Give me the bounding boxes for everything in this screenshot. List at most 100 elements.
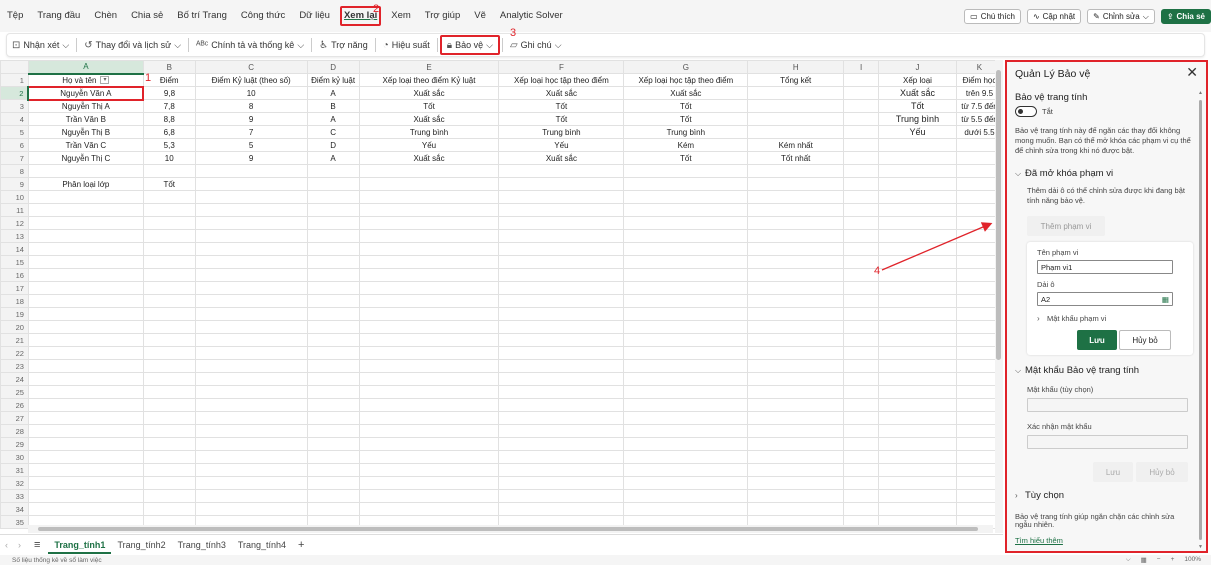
cell[interactable] (194, 489, 308, 503)
cell[interactable] (747, 177, 845, 191)
cell[interactable] (878, 346, 957, 360)
cell[interactable] (194, 346, 308, 360)
cell[interactable]: Kém nhất (747, 138, 845, 152)
cell[interactable] (306, 190, 360, 204)
cell[interactable] (623, 411, 749, 425)
cell[interactable] (27, 398, 144, 412)
cell[interactable] (843, 73, 880, 87)
cell[interactable] (843, 333, 880, 347)
row-header[interactable]: 33 (0, 489, 29, 503)
cell[interactable] (306, 177, 360, 191)
cell[interactable] (194, 164, 308, 178)
cell[interactable] (358, 255, 500, 269)
normal-view-icon[interactable]: ▦ (1141, 556, 1147, 564)
cell[interactable]: Xếp loại học tập theo điểm (498, 73, 625, 87)
cell[interactable] (194, 190, 308, 204)
cell[interactable] (623, 502, 749, 516)
column-header[interactable]: D (306, 60, 360, 74)
tab-item[interactable]: Công thức (234, 8, 292, 24)
cell[interactable] (27, 450, 144, 464)
cell[interactable] (306, 333, 360, 347)
column-header[interactable]: J (878, 60, 957, 74)
cell[interactable] (498, 372, 625, 386)
cell[interactable] (358, 437, 500, 451)
learn-more-link[interactable]: Tìm hiểu thêm (1015, 536, 1063, 545)
cell[interactable] (878, 229, 957, 243)
cell[interactable] (358, 346, 500, 360)
cell[interactable] (142, 255, 196, 269)
cell[interactable] (498, 398, 625, 412)
cell[interactable] (623, 268, 749, 282)
cell[interactable] (843, 385, 880, 399)
cell[interactable]: Xếp loại (878, 73, 957, 87)
cell[interactable] (747, 307, 845, 321)
cell[interactable] (142, 437, 196, 451)
cell[interactable] (306, 346, 360, 360)
cell[interactable] (194, 203, 308, 217)
cell[interactable]: 8,8 (142, 112, 196, 126)
cell[interactable] (747, 242, 845, 256)
cell[interactable]: Xuất sắc (358, 112, 500, 126)
row-header[interactable]: 17 (0, 281, 29, 295)
cell[interactable] (623, 281, 749, 295)
cell[interactable] (843, 411, 880, 425)
comments-menu-button[interactable]: ⊡ Nhận xét ⌵ (7, 35, 74, 55)
cell[interactable] (747, 463, 845, 477)
cell[interactable]: Yếu (498, 138, 625, 152)
scroll-down-icon[interactable]: ▼ (1198, 544, 1203, 550)
cell[interactable] (194, 177, 308, 191)
cell[interactable] (878, 294, 957, 308)
cell[interactable]: Xuất sắc (878, 86, 957, 100)
range-name-input[interactable]: Phạm vi1 (1037, 260, 1173, 274)
cell[interactable] (27, 242, 144, 256)
cell[interactable] (194, 294, 308, 308)
cell[interactable] (358, 281, 500, 295)
row-header[interactable]: 8 (0, 164, 29, 178)
cell[interactable] (358, 307, 500, 321)
cell[interactable] (843, 151, 880, 165)
cell[interactable] (878, 424, 957, 438)
cell[interactable] (843, 203, 880, 217)
cell[interactable]: Trần Văn B (27, 112, 144, 126)
sheet-tab[interactable]: Trang_tính3 (172, 536, 232, 554)
cell[interactable] (623, 476, 749, 490)
cell[interactable] (498, 242, 625, 256)
cell[interactable] (142, 281, 196, 295)
tab-item[interactable]: Chèn (87, 8, 124, 24)
cell[interactable]: Điểm Kỷ luật (theo số) (194, 73, 308, 87)
save-range-button[interactable]: Lưu (1077, 330, 1117, 350)
filter-dropdown-icon[interactable]: ▾ (100, 76, 110, 85)
cell[interactable] (27, 489, 144, 503)
protect-button[interactable]: 🔒︎ Bảo vệ ⌵ (439, 35, 500, 55)
scroll-thumb[interactable] (996, 70, 1001, 360)
row-header[interactable]: 19 (0, 307, 29, 321)
cell[interactable] (878, 398, 957, 412)
cell[interactable] (194, 229, 308, 243)
row-header[interactable]: 9 (0, 177, 29, 191)
cell[interactable] (306, 424, 360, 438)
cell[interactable] (843, 476, 880, 490)
cell[interactable]: Xuất sắc (498, 151, 625, 165)
cell[interactable] (843, 216, 880, 230)
cell[interactable] (878, 203, 957, 217)
password-input[interactable] (1027, 398, 1188, 412)
cell[interactable] (306, 385, 360, 399)
cell[interactable]: Tốt (878, 99, 957, 113)
cell[interactable] (27, 333, 144, 347)
cell[interactable] (747, 372, 845, 386)
cells-input[interactable]: A2 ▦ (1037, 292, 1173, 306)
cell[interactable] (194, 398, 308, 412)
cell[interactable] (306, 359, 360, 373)
cell[interactable]: 10 (142, 151, 196, 165)
cell[interactable] (194, 476, 308, 490)
row-header[interactable]: 15 (0, 255, 29, 269)
cell[interactable] (878, 281, 957, 295)
cell[interactable] (498, 268, 625, 282)
cell[interactable]: Yếu (878, 125, 957, 139)
cell[interactable] (623, 203, 749, 217)
row-header[interactable]: 24 (0, 372, 29, 386)
cell[interactable] (878, 450, 957, 464)
cell[interactable] (358, 242, 500, 256)
cell[interactable] (27, 307, 144, 321)
row-header[interactable]: 32 (0, 476, 29, 490)
